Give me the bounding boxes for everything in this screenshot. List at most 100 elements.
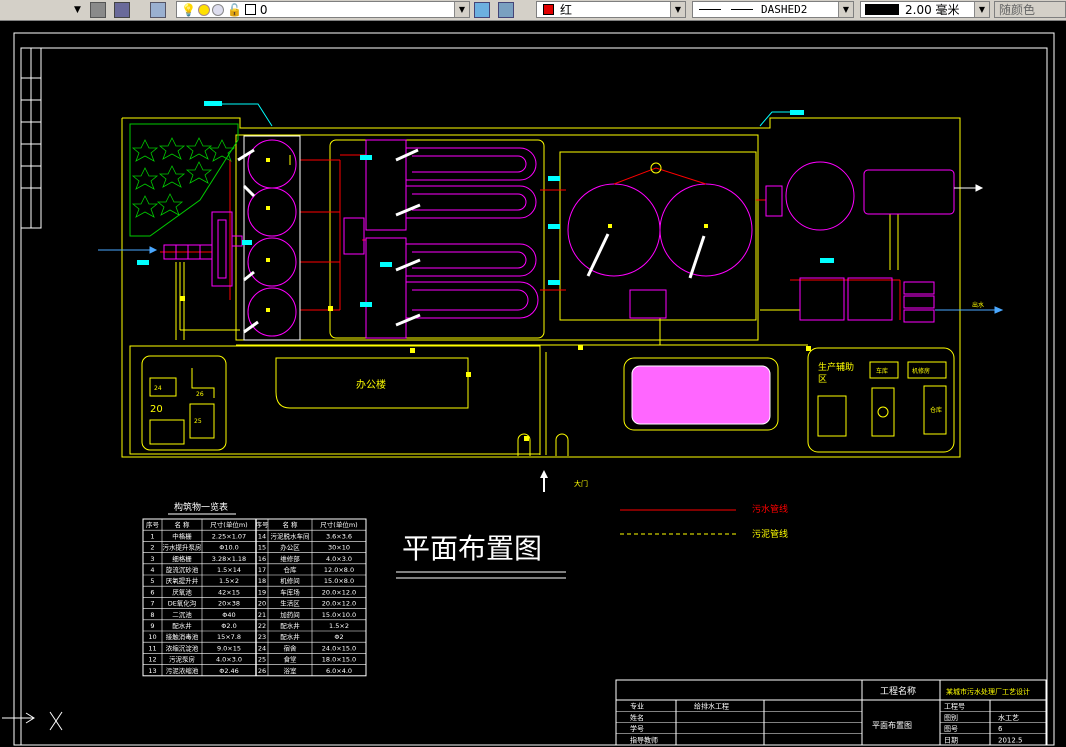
table-cell: 42×15 xyxy=(218,588,240,596)
binding-strip xyxy=(20,47,42,229)
table-header-cell: 尺寸(单位m) xyxy=(210,520,247,529)
table-cell: 办公区 xyxy=(280,543,300,552)
table-cell: 4.0×3.0 xyxy=(326,555,352,563)
layer-value: 0 xyxy=(259,2,268,17)
site-boundary xyxy=(121,117,961,458)
chevron-down-icon[interactable]: ▼ xyxy=(670,2,685,17)
linetype-select[interactable]: DASHED2 ▼ xyxy=(692,1,854,18)
table-cell: 7 xyxy=(150,600,154,608)
table-cell: 26 xyxy=(258,667,266,675)
lineweight-select[interactable]: 2.00 毫米 ▼ xyxy=(860,1,990,18)
make-current-layer-icon[interactable] xyxy=(474,0,490,19)
table-cell: 维修部 xyxy=(280,554,300,563)
table-cell: 污泥浓缩池 xyxy=(166,666,199,675)
chevron-down-icon[interactable]: ▼ xyxy=(974,2,989,17)
table-header-cell: 名 称 xyxy=(174,520,190,529)
sludge-units xyxy=(765,161,955,323)
table-cell: Φ10.0 xyxy=(219,544,239,552)
table-cell: Φ2.46 xyxy=(219,667,239,675)
cad-toolbar: ▼ 💡 🔓 0 ▼ 红 ▼ DASHED2 ▼ 2.00 毫米 ▼ 随颜色 xyxy=(0,0,1066,21)
table-cell: 污泥泵房 xyxy=(169,655,195,664)
drawing-canvas[interactable]: 办公楼 24 26 20 25 生产辅助 区 车库 机修房 仓库 大门 出水 平… xyxy=(0,20,1066,747)
table-cell: 细格栅 xyxy=(172,554,192,563)
table-cell: 1.5×2 xyxy=(329,622,349,630)
project-name: 某城市污水处理厂工艺设计 xyxy=(946,687,1030,696)
warehouse-label: 仓库 xyxy=(930,406,942,414)
drawing-title-text: 平面布置图 xyxy=(402,532,542,565)
layer-color-swatch xyxy=(244,4,256,15)
repair-label: 机修房 xyxy=(912,367,930,375)
lock-icon: 🔓 xyxy=(226,2,242,17)
table-cell: 1.5×14 xyxy=(217,566,241,574)
title-block-label: 日期 xyxy=(944,736,958,744)
aux-zone-line2: 区 xyxy=(818,374,827,385)
table-cell: 12.0×8.0 xyxy=(324,566,354,574)
table-cell: 车库场 xyxy=(280,587,300,596)
linetype-preview xyxy=(699,9,721,10)
drawing-name: 平面布置图 xyxy=(872,720,912,730)
table-cell: 1 xyxy=(150,532,154,540)
table-cell: 中格栅 xyxy=(172,531,192,540)
table-cell: 24.0×15.0 xyxy=(322,644,356,652)
table-cell: 16 xyxy=(258,555,266,563)
sludge-pipes xyxy=(179,155,899,345)
table-cell: 4.0×3.0 xyxy=(216,656,242,664)
table-cell: DE氧化沟 xyxy=(168,599,197,608)
color-value: 红 xyxy=(560,3,573,17)
table-cell: 6 xyxy=(150,588,154,596)
plotstyle-value: 随颜色 xyxy=(999,3,1036,17)
oxidation-ditches xyxy=(343,139,539,339)
aux-zone-line1: 生产辅助 xyxy=(818,361,854,373)
freeze-icon xyxy=(211,3,224,16)
color-swatch xyxy=(543,4,554,15)
title-block-value: 6 xyxy=(998,725,1003,733)
lineweight-preview xyxy=(865,4,899,15)
title-block-label: 姓名 xyxy=(630,713,644,722)
layer-previous-icon[interactable] xyxy=(114,0,130,19)
table-cell: Φ2 xyxy=(334,633,343,641)
table-cell: 生活区 xyxy=(280,599,300,608)
table-cell: 旋流沉砂池 xyxy=(166,565,199,574)
table-cell: 30×10 xyxy=(328,544,350,552)
title-block-label: 图别 xyxy=(944,713,958,722)
table-cell: 18.0×15.0 xyxy=(322,656,356,664)
table-cell: 20.0×12.0 xyxy=(322,588,356,596)
flow-arrows xyxy=(98,184,1004,314)
bldg-24-label: 24 xyxy=(154,385,162,392)
table-cell: 3.28×1.18 xyxy=(212,555,246,563)
table-cell: 食堂 xyxy=(284,655,298,664)
table-cell: 21 xyxy=(258,611,266,619)
structure-table: 构筑物一览表 序号 名 称 尺寸(单位m) 序号 名 称 尺寸(单位m) 1 中格栅 2.25×… xyxy=(142,501,367,677)
ucs-icon xyxy=(2,711,63,731)
chevron-down-icon[interactable]: ▼ xyxy=(838,2,853,17)
pipe-legend: 污水管线 污泥管线 xyxy=(620,503,788,540)
layer-select[interactable]: 💡 🔓 0 ▼ xyxy=(176,1,470,18)
layer-manager-icon[interactable] xyxy=(150,0,166,19)
secondary-clarifiers xyxy=(567,162,753,319)
living-area: 24 26 20 25 xyxy=(149,368,215,445)
table-cell: 15.0×8.0 xyxy=(324,577,354,585)
table-cell: 污水提升泵房 xyxy=(163,543,202,552)
table-cell: 1.5×2 xyxy=(219,577,239,585)
linetype-preview-2 xyxy=(731,9,753,10)
layer-state-icon[interactable] xyxy=(90,0,106,19)
title-block-label: 图号 xyxy=(944,725,958,733)
table-cell: 二沉池 xyxy=(172,610,192,619)
entrance-label: 大门 xyxy=(574,479,588,488)
table-cell: 24 xyxy=(258,644,266,652)
chevron-down-icon[interactable]: ▼ xyxy=(454,2,469,17)
plotstyle-select[interactable]: 随颜色 xyxy=(994,1,1066,18)
table-cell: 机修间 xyxy=(280,576,300,585)
table-cell: 配水井 xyxy=(280,621,300,630)
table-cell: 20×38 xyxy=(218,600,240,608)
title-block-label: 指导教师 xyxy=(630,735,658,744)
title-block-label: 学号 xyxy=(630,724,644,733)
title-block-label: 工程号 xyxy=(944,702,965,711)
layer-states-icon[interactable] xyxy=(498,0,514,19)
table-cell: 5 xyxy=(150,577,154,585)
legend-sludge-label: 污泥管线 xyxy=(752,528,788,540)
grass-area xyxy=(129,123,239,237)
color-select[interactable]: 红 ▼ xyxy=(536,1,686,18)
table-cell: 4 xyxy=(150,566,154,574)
dropdown-arrow-button[interactable]: ▼ xyxy=(0,0,81,19)
